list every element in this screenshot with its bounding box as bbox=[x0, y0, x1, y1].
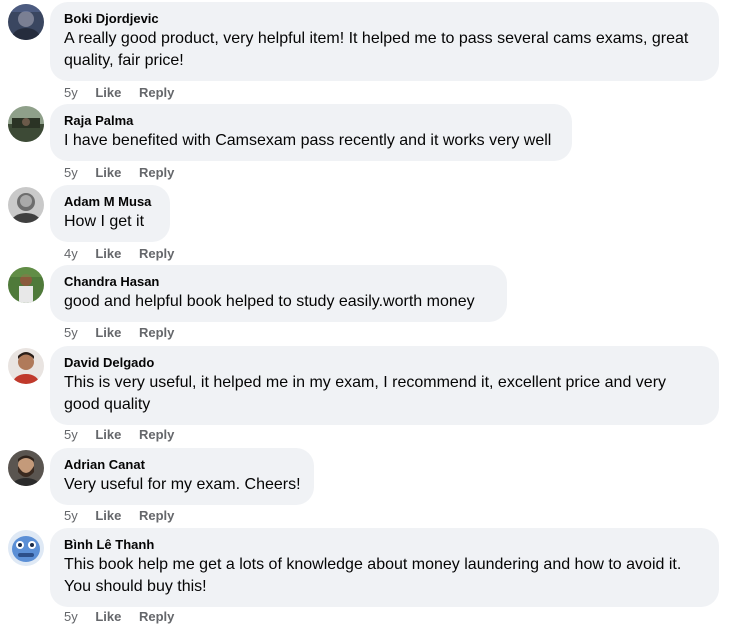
like-button[interactable]: Like bbox=[95, 85, 121, 101]
like-button[interactable]: Like bbox=[95, 508, 121, 524]
avatar[interactable] bbox=[8, 530, 44, 566]
comment-timestamp[interactable]: 5y bbox=[64, 85, 78, 101]
avatar-grey-photo-icon bbox=[8, 187, 44, 223]
comment-author[interactable]: David Delgado bbox=[64, 355, 706, 371]
comment-timestamp[interactable]: 5y bbox=[64, 165, 78, 181]
comment-actions: 5y Like Reply bbox=[64, 609, 188, 625]
reply-button[interactable]: Reply bbox=[139, 165, 174, 181]
avatar[interactable] bbox=[8, 450, 44, 486]
like-button[interactable]: Like bbox=[95, 246, 121, 262]
reply-button[interactable]: Reply bbox=[139, 246, 174, 262]
reply-button[interactable]: Reply bbox=[139, 85, 174, 101]
comment-author[interactable]: Adam M Musa bbox=[64, 194, 157, 210]
avatar-portrait-photo-icon bbox=[8, 348, 44, 384]
avatar[interactable] bbox=[8, 267, 44, 303]
comment-list: Boki Djordjevic A really good product, v… bbox=[0, 0, 729, 627]
comment-timestamp[interactable]: 4y bbox=[64, 246, 78, 262]
comment-text: How I get it bbox=[64, 213, 145, 230]
comment-text: A really good product, very helpful item… bbox=[64, 30, 689, 69]
like-button[interactable]: Like bbox=[95, 609, 121, 625]
avatar-landscape-photo-icon bbox=[8, 106, 44, 142]
avatar[interactable] bbox=[8, 348, 44, 384]
comment-author[interactable]: Boki Djordjevic bbox=[64, 11, 706, 27]
comment-author[interactable]: Bình Lê Thanh bbox=[64, 537, 706, 553]
avatar-dark-photo-icon bbox=[8, 4, 44, 40]
comment-actions: 4y Like Reply bbox=[64, 246, 188, 262]
comment-bubble: Boki Djordjevic A really good product, v… bbox=[50, 2, 719, 81]
comment-author[interactable]: Chandra Hasan bbox=[64, 274, 494, 290]
reply-button[interactable]: Reply bbox=[139, 609, 174, 625]
comment-actions: 5y Like Reply bbox=[64, 165, 188, 181]
avatar[interactable] bbox=[8, 4, 44, 40]
comment-bubble: David Delgado This is very useful, it he… bbox=[50, 346, 719, 425]
comment-timestamp[interactable]: 5y bbox=[64, 508, 78, 524]
like-button[interactable]: Like bbox=[95, 325, 121, 341]
comment-bubble: Raja Palma I have benefited with Camsexa… bbox=[50, 104, 572, 161]
comment-text: I have benefited with Camsexam pass rece… bbox=[64, 132, 552, 149]
comment-bubble: Adrian Canat Very useful for my exam. Ch… bbox=[50, 448, 314, 505]
comment-text: good and helpful book helped to study ea… bbox=[64, 293, 475, 310]
reply-button[interactable]: Reply bbox=[139, 427, 174, 443]
comment-bubble: Adam M Musa How I get it bbox=[50, 185, 170, 242]
reply-button[interactable]: Reply bbox=[139, 508, 174, 524]
comment-text: This book help me get a lots of knowledg… bbox=[64, 556, 682, 595]
comment-timestamp[interactable]: 5y bbox=[64, 325, 78, 341]
comment-timestamp[interactable]: 5y bbox=[64, 427, 78, 443]
reply-button[interactable]: Reply bbox=[139, 325, 174, 341]
comment-bubble: Bình Lê Thanh This book help me get a lo… bbox=[50, 528, 719, 607]
comment-actions: 5y Like Reply bbox=[64, 427, 188, 443]
like-button[interactable]: Like bbox=[95, 427, 121, 443]
avatar-cartoon-photo-icon bbox=[8, 530, 44, 566]
avatar[interactable] bbox=[8, 106, 44, 142]
comment-bubble: Chandra Hasan good and helpful book help… bbox=[50, 265, 507, 322]
comment-actions: 5y Like Reply bbox=[64, 325, 188, 341]
avatar-bearded-photo-icon bbox=[8, 450, 44, 486]
avatar[interactable] bbox=[8, 187, 44, 223]
like-button[interactable]: Like bbox=[95, 165, 121, 181]
avatar-green-photo-icon bbox=[8, 267, 44, 303]
comment-timestamp[interactable]: 5y bbox=[64, 609, 78, 625]
comment-actions: 5y Like Reply bbox=[64, 508, 188, 524]
comment-author[interactable]: Raja Palma bbox=[64, 113, 559, 129]
comment-text: This is very useful, it helped me in my … bbox=[64, 374, 667, 413]
comment-actions: 5y Like Reply bbox=[64, 85, 188, 101]
comment-author[interactable]: Adrian Canat bbox=[64, 457, 301, 473]
comment-text: Very useful for my exam. Cheers! bbox=[64, 476, 301, 493]
